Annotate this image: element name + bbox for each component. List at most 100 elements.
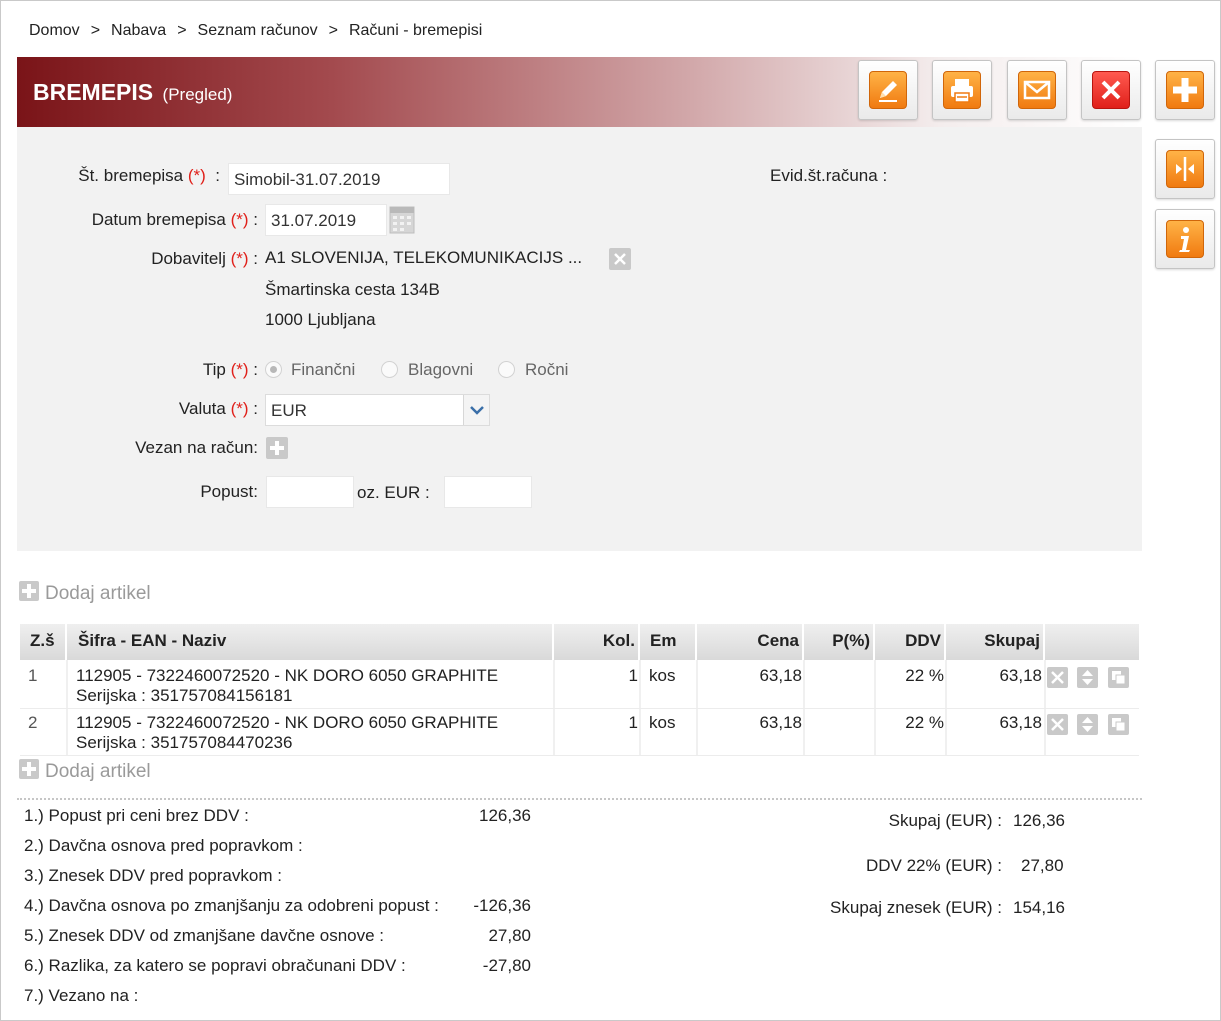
popust-label: Popust:: [200, 482, 258, 501]
row-copy-button[interactable]: [1108, 714, 1129, 735]
popust-eur-field[interactable]: [444, 476, 532, 508]
st-bremepisa-label-text: Št. bremepisa: [78, 166, 184, 185]
row-kol: 1: [628, 666, 638, 685]
breadcrumb-home[interactable]: Domov: [29, 22, 80, 39]
close-icon: [1092, 71, 1130, 109]
tip-financni-radio[interactable]: [265, 361, 282, 378]
row-copy-button[interactable]: [1108, 667, 1129, 688]
envelope-icon: [1018, 71, 1056, 109]
row-skupaj: 63,18: [999, 666, 1042, 685]
delete-button[interactable]: [1081, 60, 1141, 120]
col-kol: Kol.: [554, 624, 638, 660]
required-mark: (*): [230, 249, 249, 268]
row-kol: 1: [628, 713, 638, 732]
row-divider: [20, 755, 1139, 756]
remove-dobavitelj-button[interactable]: [609, 248, 631, 270]
summary-vezano-label: 7.) Vezano na :: [24, 986, 139, 1005]
add-item-link-bottom[interactable]: Dodaj artikel: [19, 759, 151, 783]
plus-icon: [19, 581, 39, 601]
summary-divider: [17, 798, 1142, 800]
dobavitelj-name: A1 SLOVENIJA, TELEKOMUNIKACIJS ...: [265, 248, 583, 267]
split-icon: [1166, 150, 1204, 188]
breadcrumb: Domov > Nabava > Seznam računov > Računi - bre…: [29, 22, 482, 40]
datum-label-text: Datum bremepisa: [91, 210, 226, 229]
valuta-value: EUR: [271, 401, 307, 420]
tip-blagovni-radio[interactable]: [381, 361, 398, 378]
ddv-value: 27,80: [1021, 856, 1064, 875]
row-skupaj: 63,18: [999, 713, 1042, 732]
datum-field[interactable]: 31.07.2019: [265, 204, 387, 236]
add-item-label: Dodaj artikel: [45, 583, 151, 604]
add-vezan-button[interactable]: [266, 437, 288, 459]
printer-icon: [943, 71, 981, 109]
breadcrumb-separator: >: [177, 22, 187, 39]
summary-razlika-value: -27,80: [482, 956, 531, 975]
tip-rocni-radio[interactable]: [498, 361, 515, 378]
summary-popust-label: 1.) Popust pri ceni brez DDV :: [24, 806, 249, 825]
summary-osnova-po-label: 4.) Davčna osnova po zmanjšanju za odobr…: [24, 896, 439, 915]
col-skupaj: Skupaj: [946, 624, 1043, 660]
skupaj-label: Skupaj (EUR) :: [888, 811, 1002, 830]
close-icon: [1051, 671, 1064, 684]
summary-popust-value: 126,36: [479, 806, 531, 825]
summary-ddv-zmanjsane-value: 27,80: [488, 926, 531, 945]
breadcrumb-separator: >: [328, 22, 338, 39]
breadcrumb-nabava[interactable]: Nabava: [111, 22, 166, 39]
row-naziv: 112905 - 7322460072520 - NK DORO 6050 GR…: [76, 666, 499, 685]
row-cena: 63,18: [759, 713, 802, 732]
row-serijska: Serijska : 351757084470236: [76, 733, 293, 752]
breadcrumb-seznam-racunov[interactable]: Seznam računov: [198, 22, 318, 39]
row-naziv: 112905 - 7322460072520 - NK DORO 6050 GR…: [76, 713, 499, 732]
sort-arrows-icon: [1082, 670, 1093, 685]
add-item-link-top[interactable]: Dodaj artikel: [19, 581, 151, 605]
row-em: kos: [649, 666, 676, 685]
email-button[interactable]: [1007, 60, 1067, 120]
pencil-icon: [869, 71, 907, 109]
edit-button[interactable]: [858, 60, 918, 120]
plus-icon: [270, 441, 284, 455]
info-button[interactable]: [1155, 209, 1215, 269]
col-cena: Cena: [697, 624, 802, 660]
print-button[interactable]: [932, 60, 992, 120]
plus-icon: [1166, 71, 1204, 109]
dobavitelj-label: Dobavitelj (*) :: [151, 249, 258, 268]
tip-label: Tip (*) :: [202, 360, 258, 379]
tip-blagovni-label: Blagovni: [408, 360, 474, 379]
page-subtitle: (Pregled): [162, 85, 233, 104]
row-em: kos: [649, 713, 676, 732]
valuta-select[interactable]: EUR: [265, 394, 490, 426]
col-zs: Z.š: [20, 624, 65, 660]
add-button[interactable]: [1155, 60, 1215, 120]
valuta-label: Valuta (*) :: [178, 399, 258, 418]
row-ddv: 22 %: [905, 713, 944, 732]
add-item-label: Dodaj artikel: [45, 761, 151, 782]
dobavitelj-city: 1000 Ljubljana: [265, 310, 376, 329]
row-move-button[interactable]: [1077, 714, 1098, 735]
calendar-icon[interactable]: [389, 204, 415, 234]
col-ddv: DDV: [875, 624, 944, 660]
skupaj-value: 126,36: [1013, 811, 1065, 830]
st-bremepisa-field[interactable]: Simobil-31.07.2019: [228, 163, 450, 195]
row-zs: 1: [28, 666, 38, 685]
required-mark: (*): [230, 360, 249, 379]
col-em: Em: [640, 624, 695, 660]
dobavitelj-street: Šmartinska cesta 134B: [265, 280, 440, 299]
oz-eur-label: oz. EUR :: [357, 483, 430, 502]
col-actions: [1045, 624, 1139, 660]
popust-field[interactable]: [266, 476, 354, 508]
breadcrumb-current: Računi - bremepisi: [348, 22, 483, 39]
page-title: BREMEPIS (Pregled): [33, 79, 232, 106]
sort-arrows-icon: [1082, 717, 1093, 732]
info-icon: [1166, 220, 1204, 258]
tip-label-text: Tip: [202, 360, 226, 379]
row-delete-button[interactable]: [1047, 714, 1068, 735]
split-button[interactable]: [1155, 139, 1215, 199]
row-move-button[interactable]: [1077, 667, 1098, 688]
row-delete-button[interactable]: [1047, 667, 1068, 688]
copy-icon: [1112, 671, 1126, 685]
col-popust: P(%): [804, 624, 873, 660]
row-serijska: Serijska : 351757084156181: [76, 686, 293, 705]
row-zs: 2: [28, 713, 38, 732]
valuta-label-text: Valuta: [178, 399, 226, 418]
items-table-header: Z.š Šifra - EAN - Naziv Kol. Em Cena P(%…: [20, 624, 1139, 660]
